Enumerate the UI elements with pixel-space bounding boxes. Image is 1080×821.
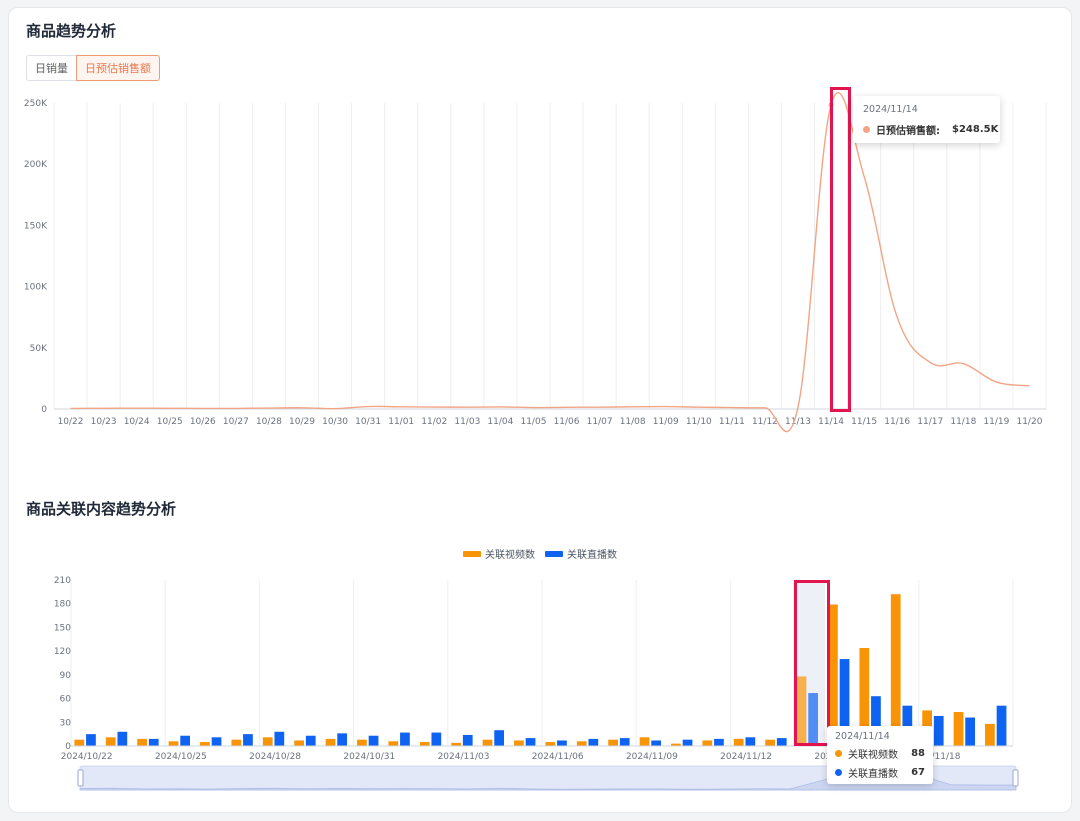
- bar-x-tick-label: 2024/11/03: [438, 752, 490, 762]
- video-bar: [357, 739, 367, 746]
- video-bar: [576, 741, 587, 746]
- bar-x-tick-label: 2024/11/09: [626, 752, 678, 762]
- video-bar: [105, 737, 116, 746]
- live-bar: [965, 717, 976, 746]
- bar-y-tick-label: 0: [65, 742, 71, 752]
- live-bar: [117, 731, 128, 746]
- live-bar: [305, 735, 316, 746]
- live-bar: [494, 730, 505, 746]
- live-bar: [619, 738, 630, 746]
- bar-y-tick-label: 30: [60, 718, 72, 728]
- video-bar: [200, 742, 210, 746]
- video-bar: [985, 723, 995, 746]
- bar-y-tick-label: 180: [54, 600, 71, 610]
- live-bar: [714, 738, 724, 746]
- zoom-slider-right-handle[interactable]: [1012, 769, 1019, 787]
- live-bar: [211, 737, 222, 746]
- bar-y-tick-label: 60: [60, 695, 72, 705]
- bar-tooltip-row-video: 关联视频数 88: [835, 746, 925, 761]
- video-bar: [702, 740, 713, 746]
- live-bar: [462, 734, 473, 746]
- bar-y-tick-label: 210: [54, 576, 71, 586]
- zoom-slider-left-handle[interactable]: [77, 769, 84, 787]
- video-bar: [137, 738, 147, 746]
- live-bar: [86, 734, 96, 746]
- video-bar: [765, 739, 775, 746]
- video-bar: [608, 739, 618, 746]
- video-bar: [514, 740, 524, 746]
- video-bar: [953, 712, 964, 746]
- video-bar: [325, 738, 336, 746]
- video-bar: [796, 676, 807, 746]
- live-bar: [557, 740, 567, 746]
- video-bar: [419, 742, 430, 746]
- bar-tooltip-label-video: 关联视频数: [848, 750, 898, 761]
- bar-tooltip-row-live: 关联直播数 67: [835, 765, 925, 780]
- live-bar: [368, 735, 379, 746]
- bar-tooltip-value-live: 67: [911, 767, 925, 778]
- bar-y-tick-label: 120: [54, 647, 71, 657]
- live-bar: [274, 731, 285, 746]
- live-bar: [682, 739, 693, 746]
- related-content-bar-chart: 0 30 60 90 120 150 180 210 2024/10/22 2024/10/25 2…: [54, 576, 1019, 791]
- live-bar: [651, 740, 662, 746]
- live-bar: [148, 738, 159, 746]
- live-bar: [431, 732, 442, 746]
- video-bar: [231, 739, 242, 746]
- bar-y-tick-label: 90: [60, 671, 72, 681]
- bar-x-tick-label: 2024/10/28: [249, 752, 301, 762]
- video-bar: [639, 737, 650, 746]
- live-bar: [337, 733, 348, 746]
- bar-tooltip-value-video: 88: [911, 748, 925, 759]
- content-card: 商品趋势分析 日销量 日预估销售额 0 50K 100K 150K 200K 250K 10…: [8, 7, 1072, 813]
- live-bar: [180, 735, 191, 746]
- video-bar: [294, 740, 304, 746]
- bar-x-tick-label: 2024/10/31: [343, 752, 395, 762]
- live-bar: [933, 715, 944, 746]
- live-bar: [400, 732, 410, 746]
- bar-x-tick-label: 2024/10/22: [61, 752, 113, 762]
- video-bar: [890, 594, 901, 746]
- video-bar: [168, 741, 179, 746]
- live-bar: [525, 738, 536, 746]
- live-bar: [243, 734, 253, 746]
- bar-x-tick-label: 2024/11/06: [532, 752, 584, 762]
- bar-x-tick-label: 2024/10/25: [155, 752, 207, 762]
- bar-y-tick-label: 150: [54, 623, 71, 633]
- bar-x-tick-label: 2024/11/12: [720, 752, 772, 762]
- bar-tooltip: 2024/11/14 关联视频数 88 关联直播数 67: [827, 726, 933, 784]
- video-bar: [482, 739, 493, 746]
- live-bar: [776, 738, 787, 746]
- live-bar: [996, 705, 1007, 746]
- video-bar: [388, 741, 399, 746]
- live-bar: [745, 737, 756, 746]
- video-bar: [733, 738, 744, 746]
- video-bar: [828, 604, 838, 746]
- live-bar: [808, 693, 819, 746]
- bar-tooltip-label-live: 关联直播数: [848, 769, 898, 780]
- video-bar: [545, 742, 556, 746]
- live-series-dot-icon: [835, 769, 842, 776]
- video-bar: [74, 739, 85, 746]
- live-bar: [588, 738, 599, 746]
- video-series-dot-icon: [835, 750, 842, 757]
- video-bar: [262, 737, 273, 746]
- bar-tooltip-date: 2024/11/14: [835, 731, 890, 742]
